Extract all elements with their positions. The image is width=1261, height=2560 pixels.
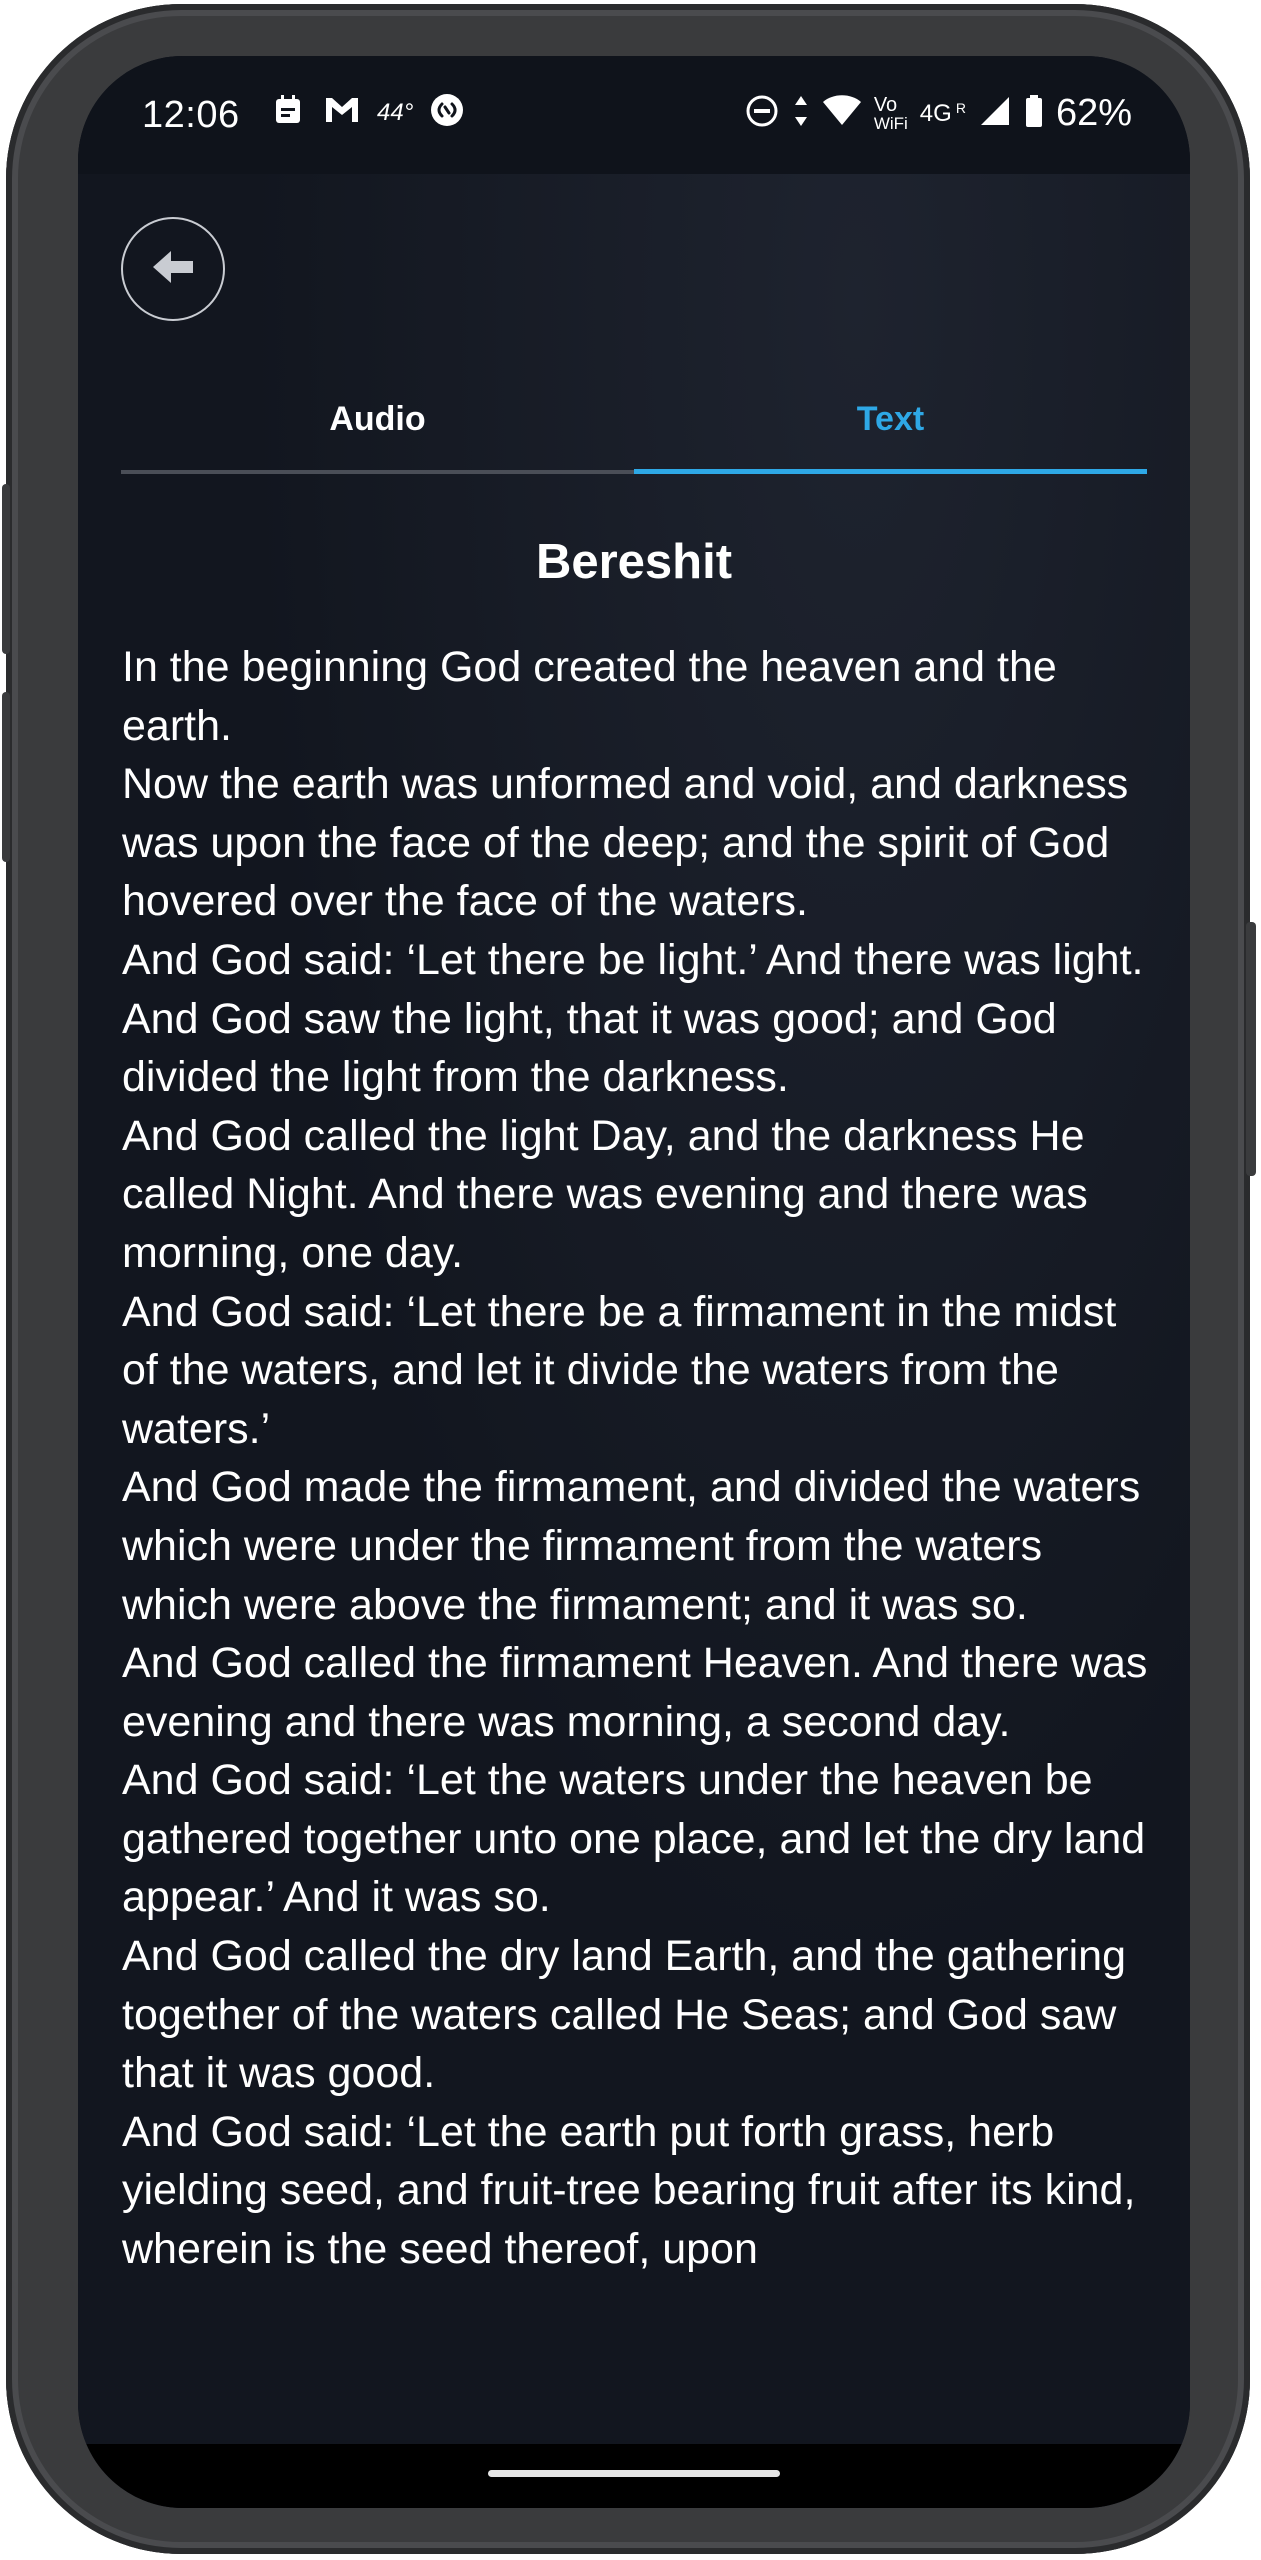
verse: And God made the firmament, and divided … [122, 1463, 1141, 1629]
wifi-icon [822, 94, 862, 133]
volte-wifi-label: Vo WiFi [874, 95, 908, 132]
status-time: 12:06 [142, 94, 240, 136]
active-tab-indicator [634, 469, 1147, 474]
verse: And God called the firmament Heaven. And… [122, 1639, 1148, 1746]
roaming-label: R [955, 99, 966, 116]
signal-icon [978, 94, 1012, 133]
network-type: 4G [919, 99, 952, 127]
system-navigation-bar [78, 2444, 1190, 2508]
tab-audio[interactable]: Audio [121, 346, 634, 476]
verse: And God said: ‘Let the waters under the … [122, 1756, 1146, 1922]
app-screen: 12:06 44° Vo WiFi 4G R 62% Audio Text Be… [78, 56, 1190, 2508]
tab-text-label: Text [856, 400, 925, 438]
gmail-icon [323, 94, 361, 131]
phone-side-button-left-2 [2, 692, 10, 862]
status-bar: 12:06 44° Vo WiFi 4G R 62% [78, 56, 1190, 174]
home-gesture-handle[interactable] [488, 2470, 780, 2477]
verse: Now the earth was unformed and void, and… [122, 760, 1129, 926]
volte-label: Vo [873, 94, 898, 116]
verse: And God called the dry land Earth, and t… [122, 1932, 1127, 2098]
verse: And God said: ‘Let there be a firmament … [122, 1287, 1117, 1453]
data-arrows-icon [792, 93, 810, 134]
phone-frame: 12:06 44° Vo WiFi 4G R 62% Audio Text Be… [2, 4, 1256, 2554]
verse: And God said: ‘Let there be light.’ And … [122, 935, 1144, 984]
phone-side-button-right [1246, 922, 1256, 1176]
phone-side-button-left-1 [2, 484, 10, 654]
calendar-icon [273, 93, 307, 132]
shazam-icon [429, 92, 465, 133]
tab-audio-label: Audio [329, 400, 426, 438]
verse: And God saw the light, that it was good;… [122, 994, 1057, 1102]
weather-temperature: 44° [377, 98, 414, 126]
verse: And God called the light Day, and the da… [122, 1111, 1088, 1277]
wifi-label: WiFi [873, 114, 908, 133]
arrow-left-icon [149, 247, 197, 292]
battery-percentage: 62% [1055, 92, 1132, 134]
notification-icons: 44° [273, 92, 465, 133]
back-button[interactable] [121, 217, 225, 321]
reading-title: Bereshit [535, 535, 733, 589]
network-type-label: 4G R [920, 100, 966, 128]
tab-bar: Audio Text [121, 346, 1147, 478]
tab-text[interactable]: Text [634, 346, 1147, 476]
do-not-disturb-icon [744, 93, 780, 134]
verse: In the beginning God created the heaven … [122, 643, 1057, 750]
system-icons: Vo WiFi 4G R 62% [744, 92, 1132, 135]
reading-text-scroll[interactable]: In the beginning God created the heaven … [122, 638, 1156, 2494]
verse: And God said: ‘Let the earth put forth g… [122, 2107, 1136, 2274]
battery-icon [1024, 94, 1044, 133]
